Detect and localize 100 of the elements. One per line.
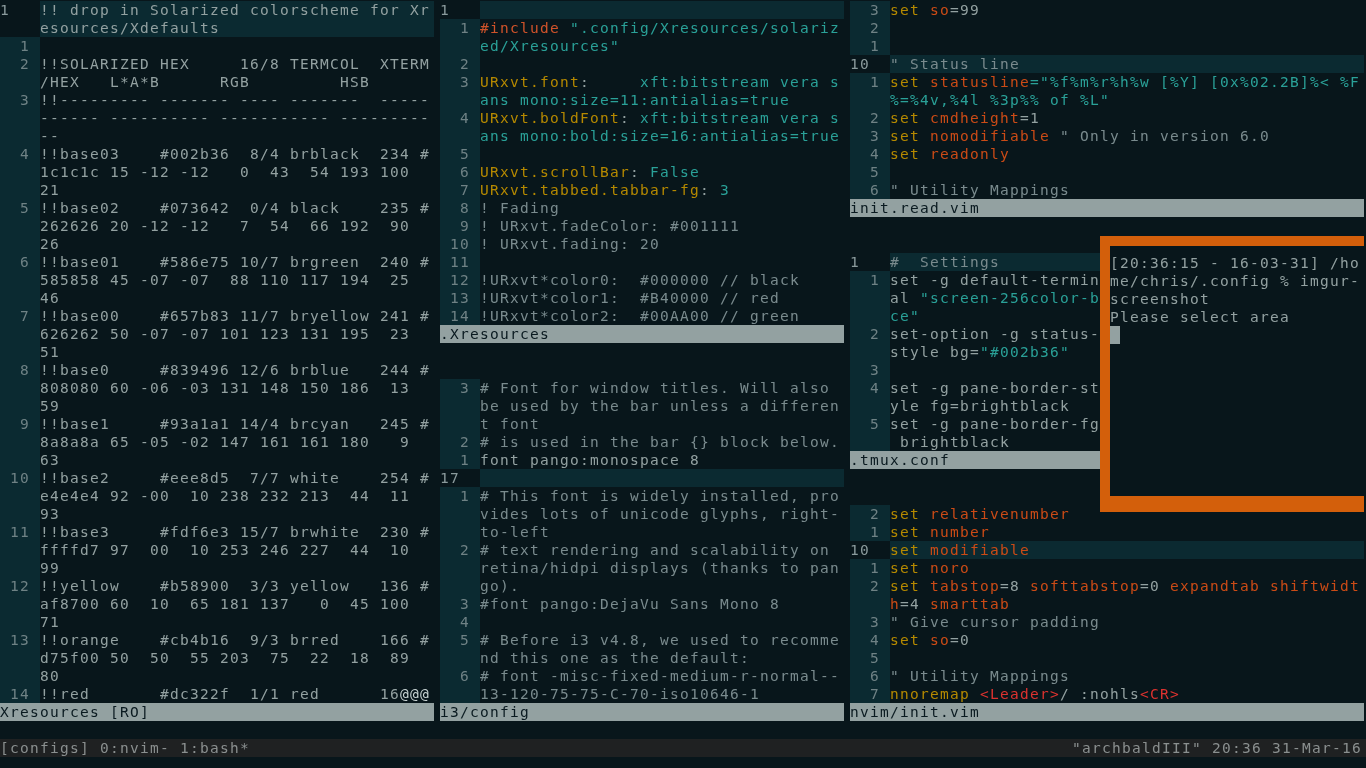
code-line: !!yellow #b58900 3/3 yellow 136 #af8700 60 10 65 181 137 0 45 100 71 bbox=[40, 577, 431, 631]
line-number: 7 bbox=[0, 307, 40, 361]
line-number: 3 bbox=[440, 73, 480, 109]
code-line: !!base00 #657b83 11/7 bryellow 241 #626262 50 -07 -07 101 123 131 195 23 51 bbox=[40, 307, 431, 361]
line-number: 4 bbox=[850, 379, 890, 415]
code-line: set so=99 bbox=[890, 1, 981, 19]
line-number: 7 bbox=[850, 685, 890, 703]
code-line: !!base1 #93a1a1 14/4 brcyan 245 #8a8a8a 65 -05 -02 147 161 161 180 9 63 bbox=[40, 415, 431, 469]
line-number: 13 bbox=[0, 631, 40, 685]
line-number: 8 bbox=[440, 199, 480, 217]
line-number: 1 bbox=[440, 451, 480, 469]
line-number: 3 bbox=[0, 91, 40, 145]
line-number: 3 bbox=[850, 361, 890, 379]
code-line: nnoremap <Leader>/ :nohls<CR> bbox=[890, 685, 1181, 703]
code-line: # Font for window titles. Will also be used by the bar unless a different font bbox=[480, 379, 841, 433]
line-number: 1 bbox=[440, 487, 480, 541]
code-line: URxvt.tabbed.tabbar-fg: 3 bbox=[480, 181, 731, 199]
code-line: # font -misc-fixed-medium-r-normal--13-120-75-75-C-70-iso10646-1 bbox=[480, 667, 841, 703]
code-line: # is used in the bar {} block below. bbox=[480, 433, 841, 451]
code-line: !URxvt*color2: #00AA00 // green bbox=[480, 307, 801, 325]
code-line: !!base01 #586e75 10/7 brgreen 240 #585858 45 -07 -07 88 110 117 194 25 46 bbox=[40, 253, 431, 307]
line-number: 5 bbox=[440, 631, 480, 667]
line-number: 6 bbox=[0, 253, 40, 307]
line-number: 3 bbox=[440, 379, 480, 433]
code-line: set number bbox=[890, 523, 991, 541]
line-number: 11 bbox=[0, 523, 40, 577]
code-line: set noro bbox=[890, 559, 971, 577]
line-number: 14 bbox=[0, 685, 40, 703]
code-line: set -g pane-border-fg brightblack bbox=[890, 415, 1101, 451]
line-number: 5 bbox=[850, 163, 890, 181]
code-line: " Utility Mappings bbox=[890, 181, 1071, 199]
line-number: 1 bbox=[850, 559, 890, 577]
code-line: set so=0 bbox=[890, 631, 971, 649]
line-number: 10 bbox=[0, 469, 40, 523]
code-line: " Give cursor padding bbox=[890, 613, 1101, 631]
code-line: # This font is widely installed, provides lots of unicode glyphs, right-to-left bbox=[480, 487, 841, 541]
code-line: !!base03 #002b36 8/4 brblack 234 #1c1c1c 15 -12 -12 0 43 54 193 100 21 bbox=[40, 145, 431, 199]
line-number: 3 bbox=[440, 595, 480, 613]
line-number: 14 bbox=[440, 307, 480, 325]
line-number: 2 bbox=[850, 19, 890, 37]
line-number: 2 bbox=[440, 433, 480, 451]
line-number: 8 bbox=[0, 361, 40, 415]
line-number: 2 bbox=[850, 109, 890, 127]
code-line: !!base3 #fdf6e3 15/7 brwhite 230 #ffffd7 97 00 10 253 246 227 44 10 99 bbox=[40, 523, 431, 577]
code-line: set tabstop=8 softtabstop=0 expandtab shiftwidth=4 smarttab bbox=[890, 577, 1361, 613]
code-line: URxvt.boldFont: xft:bitstream vera sans mono:bold:size=16:antialias=true bbox=[480, 109, 841, 145]
line-number: 3 bbox=[850, 613, 890, 631]
window-tab[interactable]: 0:nvim- bbox=[100, 739, 170, 757]
line-number: 11 bbox=[440, 253, 480, 271]
code-line: !!SOLARIZED HEX 16/8 TERMCOL XTERM/HEX L*A*B RGB HSB bbox=[40, 55, 431, 91]
line-number: 2 bbox=[440, 541, 480, 595]
line-number: 2 bbox=[850, 325, 890, 361]
line-number: 9 bbox=[440, 217, 480, 235]
code-line: ! Fading bbox=[480, 199, 561, 217]
code-line: set relativenumber bbox=[890, 505, 1071, 523]
line-number: 1 bbox=[850, 73, 890, 109]
terminal-line: [20:36:15 - 16-03-31] /home/chris/.config % imgur-screenshot bbox=[1110, 254, 1361, 308]
session-name: [configs] bbox=[0, 739, 90, 757]
code-line: !!base0 #839496 12/6 brblue 244 #808080 60 -06 -03 131 148 150 186 13 59 bbox=[40, 361, 431, 415]
code-line: !URxvt*color1: #B40000 // red bbox=[480, 289, 781, 307]
code-line: ! URxvt.fading: 20 bbox=[480, 235, 661, 253]
code-line: !URxvt*color0: #000000 // black bbox=[480, 271, 801, 289]
line-number: 1 bbox=[850, 37, 890, 55]
terminal-line: Please select area bbox=[1110, 308, 1291, 326]
line-number: 2 bbox=[440, 55, 480, 73]
line-number: 2 bbox=[0, 55, 40, 91]
line-number: 7 bbox=[440, 181, 480, 199]
window-tab[interactable]: 1:bash* bbox=[180, 739, 250, 757]
line-number: 1 bbox=[440, 19, 480, 55]
code-line: set nomodifiable " Only in version 6.0 bbox=[890, 127, 1271, 145]
code-line: # Before i3 v4.8, we used to recommend this one as the default: bbox=[480, 631, 841, 667]
code-line: !!red #dc322f 1/1 red 16@@@ bbox=[40, 685, 431, 703]
line-number: 4 bbox=[850, 145, 890, 163]
line-number: 4 bbox=[0, 145, 40, 199]
line-number: 5 bbox=[440, 145, 480, 163]
code-line: set readonly bbox=[890, 145, 1011, 163]
line-number: 4 bbox=[440, 613, 480, 631]
line-number: 1 bbox=[0, 37, 40, 55]
code-line: set statusline="%f%m%r%h%w [%Y] [0x%02.2B]%< %F%=%4v,%4l %3p%% of %L" bbox=[890, 73, 1361, 109]
line-number: 1 bbox=[850, 271, 890, 325]
line-number: 4 bbox=[440, 109, 480, 145]
line-number: 10 bbox=[440, 235, 480, 253]
line-number: 12 bbox=[0, 577, 40, 631]
code-line: set-option -g status-style bg="#002b36" bbox=[890, 325, 1101, 361]
line-number: 6 bbox=[440, 667, 480, 703]
code-line: #font pango:DejaVu Sans Mono 8 bbox=[480, 595, 781, 613]
line-number: 3 bbox=[850, 127, 890, 145]
line-number: 3 bbox=[850, 1, 890, 19]
line-number: 12 bbox=[440, 271, 480, 289]
code-line: #include ".config/Xresources/solarized/Xresources" bbox=[480, 19, 841, 55]
line-number: 5 bbox=[850, 415, 890, 451]
code-line: !!--------- ------- ---- ------- ----------- ---------- ----------- ----------- bbox=[40, 91, 431, 145]
code-line: !!base2 #eee8d5 7/7 white 254 #e4e4e4 92 -00 10 238 232 213 44 11 93 bbox=[40, 469, 431, 523]
code-line: set -g default-terminal "screen-256color-bce" bbox=[890, 271, 1101, 325]
line-number: 1 bbox=[850, 523, 890, 541]
line-number: 2 bbox=[850, 505, 890, 523]
code-line: !!orange #cb4b16 9/3 brred 166 #d75f00 50 50 55 203 75 22 18 89 80 bbox=[40, 631, 431, 685]
code-line: " Utility Mappings bbox=[890, 667, 1071, 685]
line-number: 4 bbox=[850, 631, 890, 649]
line-number: 5 bbox=[0, 199, 40, 253]
